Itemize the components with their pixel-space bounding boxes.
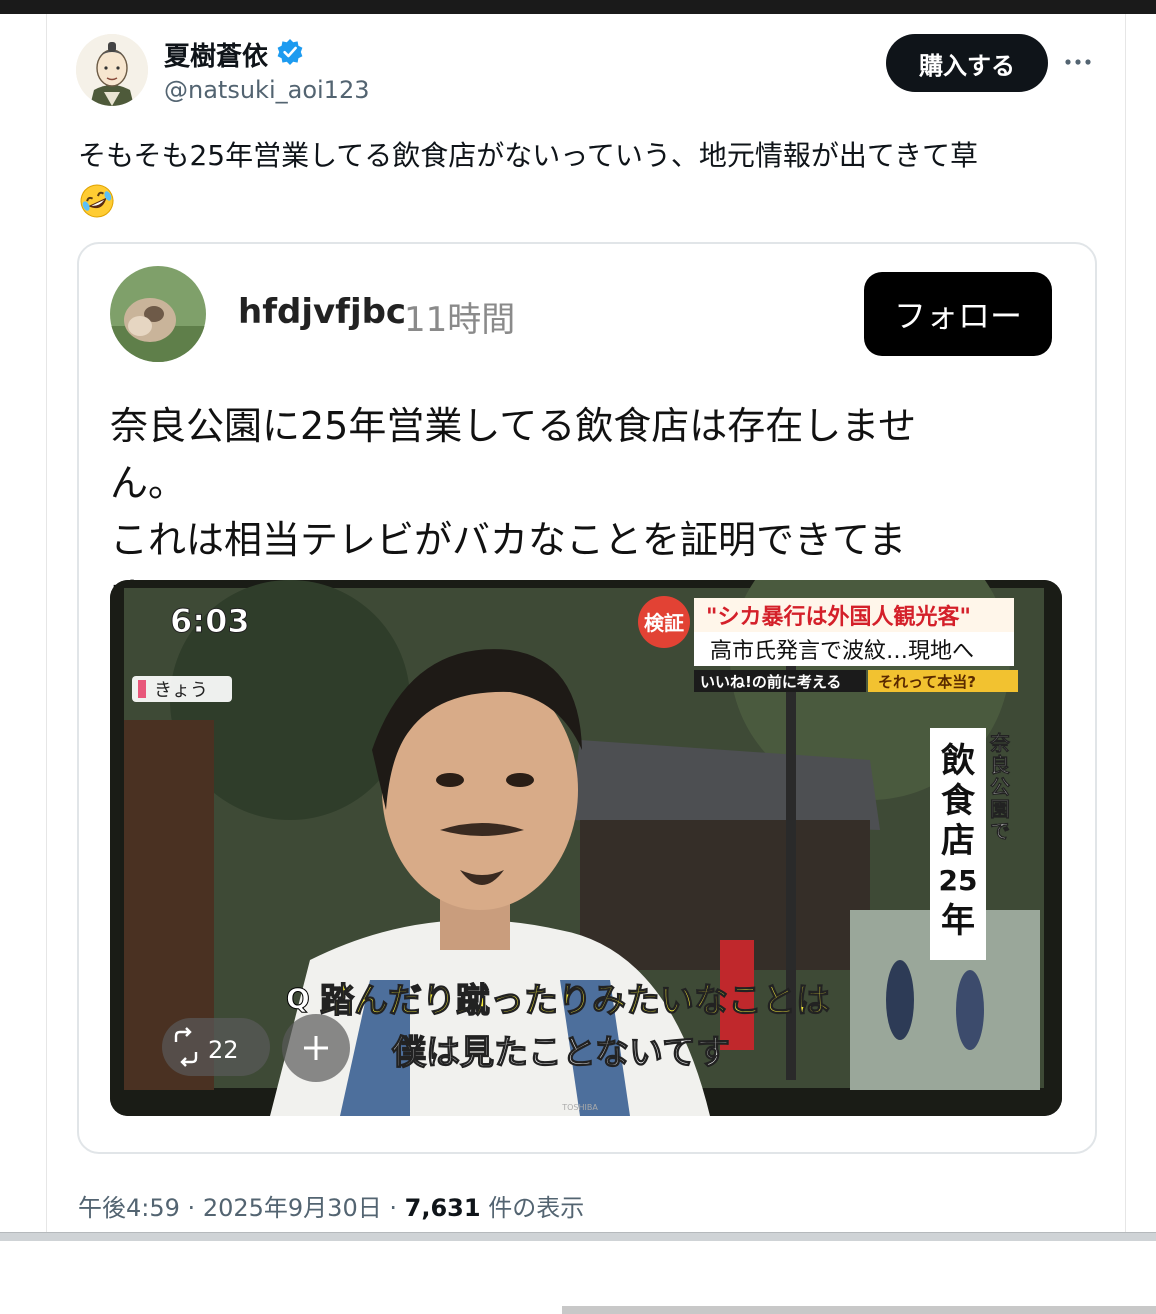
- tagline-right: それって本当?: [878, 673, 976, 691]
- bottom-divider: [0, 1232, 1156, 1241]
- post-meta: 午後4:59 · 2025年9月30日 · 7,631 件の表示: [78, 1188, 584, 1223]
- view-count: 7,631: [404, 1194, 481, 1222]
- column-border-left: [46, 14, 47, 1232]
- vertical-caption-big: 飲食店 25 年: [939, 741, 978, 941]
- post-date[interactable]: 2025年9月30日: [203, 1194, 382, 1222]
- today-tag-marker: [138, 680, 146, 698]
- view-count-label: 件の表示: [488, 1194, 585, 1222]
- follow-button[interactable]: フォロー: [864, 272, 1052, 356]
- author-avatar[interactable]: [76, 34, 148, 106]
- subtitle-line-1: 踏んだり蹴ったりみたいなことは: [320, 981, 830, 1021]
- more-horizontal-icon[interactable]: [1062, 44, 1094, 80]
- repost-count: 22: [208, 1036, 239, 1064]
- pedestrian-2: [956, 970, 984, 1050]
- author-display-name[interactable]: 夏樹蒼依: [164, 36, 268, 73]
- subtitle-q-mark: Q: [286, 982, 310, 1015]
- meta-separator-2: ·: [389, 1194, 397, 1222]
- quoted-user-name[interactable]: hfdjvfjbc: [238, 292, 406, 332]
- column-border-right: [1125, 14, 1126, 1232]
- avatar-illustration: [76, 34, 148, 106]
- quoted-text-line-2: ん。: [110, 461, 187, 505]
- vertical-caption-small: 奈良公園で: [989, 731, 1011, 843]
- quoted-user-avatar[interactable]: [110, 266, 206, 362]
- post-time[interactable]: 午後4:59: [78, 1194, 180, 1222]
- subtitle-line-2: 僕は見たことないてす: [391, 1033, 730, 1073]
- quoted-text-line-1: 奈良公園に25年営業してる飲食店は存在しませ: [110, 404, 917, 448]
- horizontal-scrollbar[interactable]: [562, 1306, 1156, 1314]
- pedestrian-1: [886, 960, 914, 1040]
- kensho-badge-label: 検証: [644, 611, 684, 635]
- tv-brand-logo: TOSHIBA: [561, 1103, 598, 1112]
- headline-line-1: "シカ暴行は外国人観光客": [706, 604, 971, 630]
- top-window-bar: [0, 0, 1156, 14]
- man-eye-right: [506, 773, 534, 787]
- quoted-post-time: 11時間: [404, 300, 516, 340]
- tweet-text: そもそも25年営業してる飲食店がないっていう、地元情報が出てきて草: [78, 139, 978, 172]
- verified-badge-icon: [276, 38, 304, 66]
- tagline-left: いいね!の前に考える: [700, 673, 841, 691]
- today-tag: きょう: [154, 680, 208, 701]
- meta-separator-1: ·: [187, 1194, 196, 1222]
- video-player[interactable]: 6:03 きょう 検証 "シカ暴行は外国人観光客" 高市氏発言で波紋…現地へ い…: [110, 580, 1062, 1116]
- author-handle[interactable]: @natsuki_aoi123: [164, 76, 369, 104]
- headline-line-2: 高市氏発言で波紋…現地へ: [710, 639, 974, 664]
- buy-button[interactable]: 購入する: [886, 34, 1048, 92]
- rofl-emoji-icon: [78, 182, 116, 220]
- man-eye-left: [436, 773, 464, 787]
- video-clock: 6:03: [170, 602, 250, 640]
